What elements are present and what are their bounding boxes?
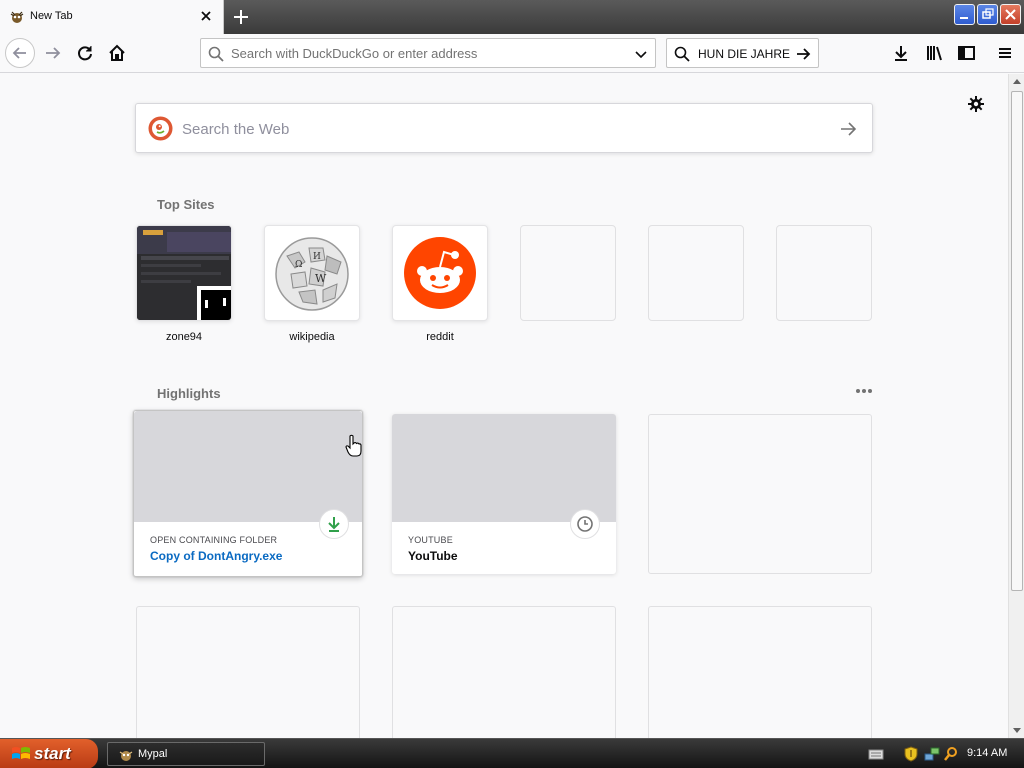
svg-text:W: W [315, 272, 327, 285]
back-arrow-icon [12, 47, 26, 59]
svg-text:И: И [313, 252, 321, 262]
downloads-button[interactable] [886, 38, 916, 68]
top-site-label: reddit [426, 331, 454, 343]
hand-cursor-icon [345, 434, 362, 457]
home-icon [109, 44, 125, 61]
address-input[interactable] [231, 43, 621, 63]
keyboard-icon[interactable] [868, 747, 884, 761]
scroll-down-arrow-icon[interactable] [1010, 722, 1024, 738]
empty-highlight-slot [648, 414, 872, 574]
start-label: start [34, 744, 71, 763]
highlight-thumbnail [392, 414, 616, 522]
mypal-app-icon [119, 751, 133, 761]
taskbar-item-mypal[interactable]: Mypal [107, 742, 265, 766]
top-site-label: zone94 [165, 331, 203, 343]
tab-strip: New Tab [0, 0, 1024, 34]
reddit-icon [404, 237, 476, 309]
hamburger-menu-icon [999, 48, 1011, 58]
search-bar-text[interactable]: HUN DIE JAHRE [698, 47, 790, 61]
top-site-empty [776, 225, 872, 321]
svg-text:Ω: Ω [295, 260, 302, 270]
tab-new-tab[interactable]: New Tab [0, 0, 224, 34]
go-arrow-icon[interactable] [794, 45, 812, 63]
window-minimize-button[interactable] [954, 4, 975, 25]
highlights-heading: Highlights [157, 386, 221, 401]
highlight-title[interactable]: Copy of DontAngry.exe [150, 549, 282, 563]
new-tab-icon[interactable] [228, 4, 254, 30]
clock-icon [577, 516, 593, 532]
network-icon[interactable] [924, 746, 940, 762]
forward-button[interactable] [38, 38, 68, 68]
highlight-context: OPEN CONTAINING FOLDER [150, 535, 278, 545]
reload-button[interactable] [70, 38, 100, 68]
back-button[interactable] [5, 38, 35, 68]
library-icon [927, 46, 942, 61]
search-icon [208, 46, 224, 62]
empty-highlight-slot [392, 606, 616, 738]
windows-taskbar: start Mypal 9:14 AM [0, 738, 1024, 768]
close-tab-icon[interactable] [198, 8, 214, 24]
zone94-thumbnail [137, 226, 231, 320]
system-tray: 9:14 AM [862, 739, 1024, 768]
search-bar[interactable]: HUN DIE JAHRE [666, 38, 819, 68]
download-icon [895, 46, 907, 61]
empty-highlight-slot [648, 606, 872, 738]
taskbar-item-label: Mypal [138, 748, 168, 760]
highlight-title[interactable]: YouTube [408, 549, 458, 563]
navigation-toolbar: HUN DIE JAHRE [0, 34, 1024, 73]
top-site-reddit[interactable]: reddit [392, 225, 488, 343]
duckduckgo-icon [148, 116, 173, 141]
web-search-input[interactable] [182, 117, 782, 141]
top-site-empty [648, 225, 744, 321]
scroll-up-arrow-icon[interactable] [1010, 74, 1024, 90]
app-menu-button[interactable] [990, 38, 1020, 68]
forward-arrow-icon [46, 47, 61, 59]
window-restore-button[interactable] [977, 4, 998, 25]
top-site-wikipedia[interactable]: Ω И W wikipedia [264, 225, 360, 343]
highlight-context: YOUTUBE [408, 535, 453, 545]
highlight-card-youtube[interactable]: YOUTUBE YouTube [392, 414, 616, 574]
empty-highlight-slot [136, 606, 360, 738]
windows-logo-icon [12, 747, 30, 759]
search-tray-icon[interactable] [943, 746, 959, 762]
mypal-favicon-icon [10, 11, 24, 23]
top-site-empty [520, 225, 616, 321]
search-icon [674, 46, 690, 62]
top-site-zone94[interactable]: zone94 [136, 225, 232, 343]
search-submit-arrow-icon[interactable] [838, 119, 858, 139]
highlight-thumbnail [134, 411, 362, 522]
top-site-tile[interactable] [136, 225, 232, 321]
empty-top-site-slot [520, 225, 616, 321]
new-tab-page: Top Sites zone94 [0, 74, 1008, 738]
home-button[interactable] [102, 38, 132, 68]
vertical-scrollbar[interactable] [1008, 74, 1024, 738]
sidebar-toggle-button[interactable] [951, 38, 981, 68]
highlight-badge [570, 509, 600, 539]
address-bar[interactable] [200, 38, 656, 68]
window-close-button[interactable] [1000, 4, 1021, 25]
top-site-tile[interactable]: Ω И W [264, 225, 360, 321]
empty-top-site-slot [648, 225, 744, 321]
download-icon [328, 517, 340, 532]
chevron-down-icon[interactable] [633, 46, 649, 62]
tab-title: New Tab [30, 10, 73, 22]
empty-top-site-slot [776, 225, 872, 321]
highlight-card-download[interactable]: OPEN CONTAINING FOLDER Copy of DontAngry… [133, 410, 363, 577]
security-shield-icon[interactable] [904, 746, 918, 762]
scrollbar-thumb[interactable] [1011, 91, 1023, 591]
top-site-label: wikipedia [289, 331, 335, 343]
top-sites-heading: Top Sites [157, 197, 215, 212]
sidebar-icon [958, 46, 975, 60]
reload-icon [78, 46, 92, 61]
wikipedia-globe-icon: Ω И W [275, 237, 349, 311]
more-options-icon[interactable] [854, 384, 874, 398]
clock[interactable]: 9:14 AM [967, 747, 1007, 759]
gear-icon[interactable] [966, 94, 986, 114]
top-site-tile[interactable] [392, 225, 488, 321]
highlight-badge [319, 509, 349, 539]
web-search-box[interactable] [135, 103, 873, 153]
library-button[interactable] [919, 38, 949, 68]
start-button[interactable]: start [0, 739, 98, 768]
